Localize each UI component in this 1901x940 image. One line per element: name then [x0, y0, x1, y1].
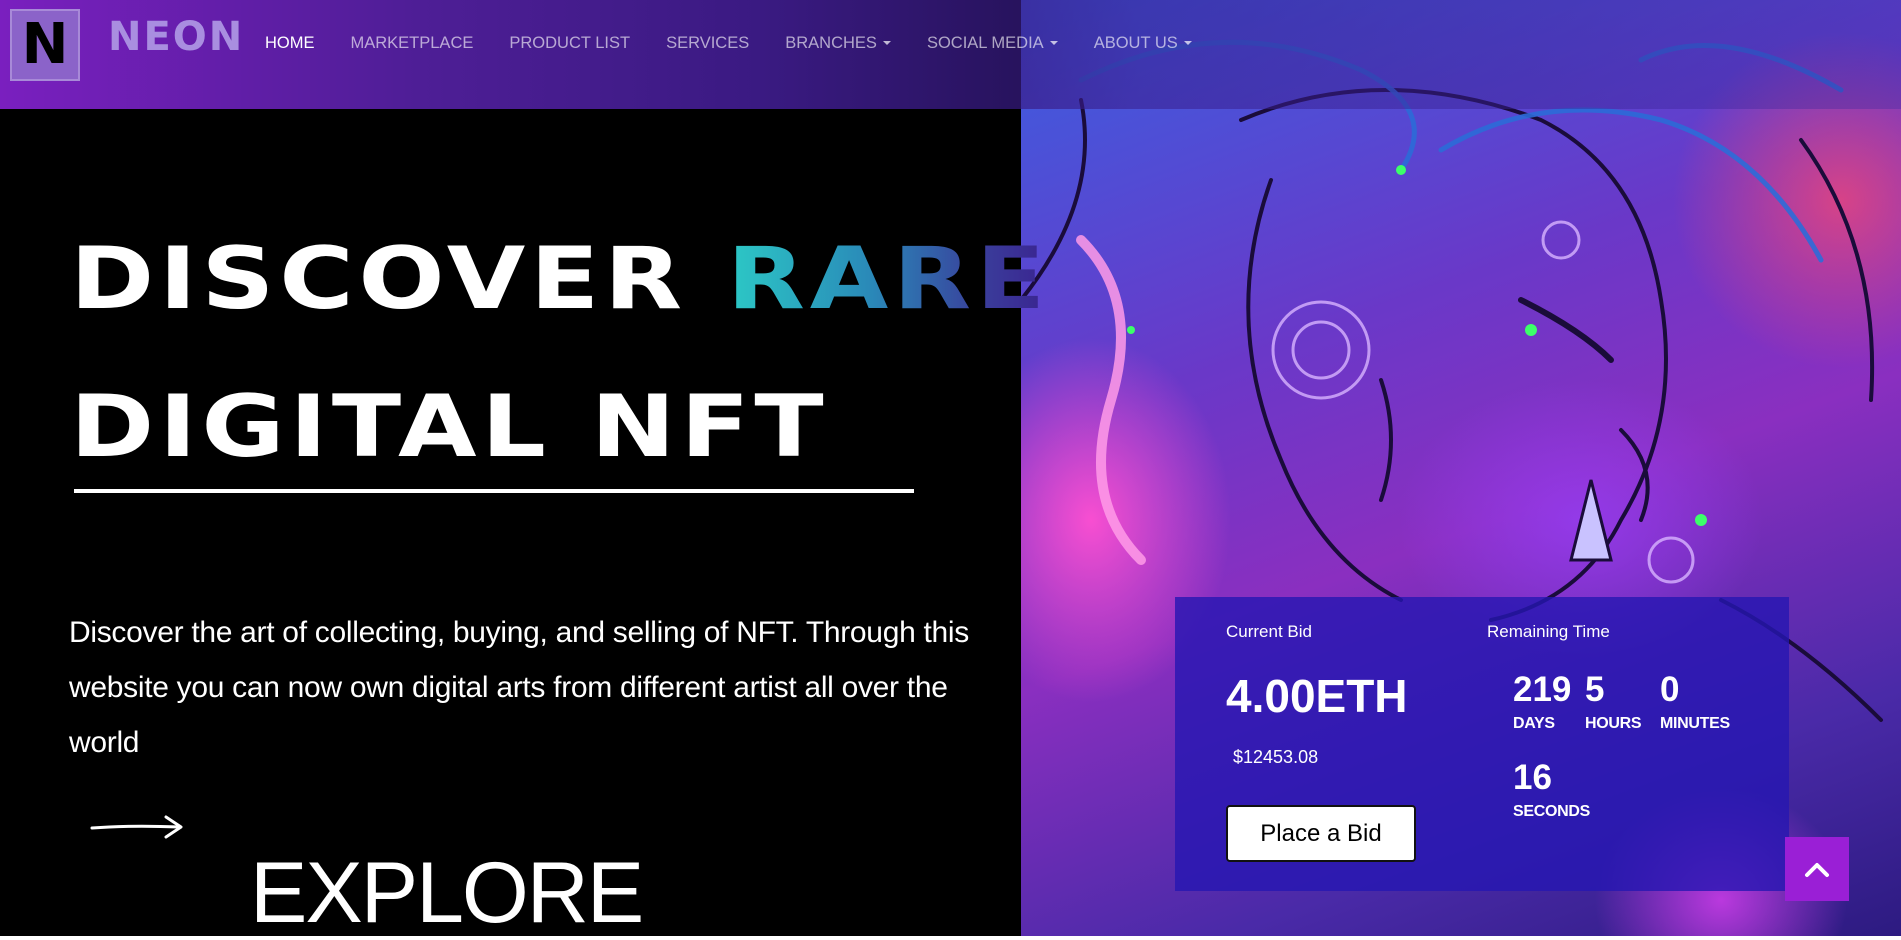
hero-description: Discover the art of collecting, buying, … [69, 616, 969, 759]
countdown-minutes-label: MINUTES [1660, 715, 1730, 732]
bid-card: Current Bid 4.00ETH $12453.08 Place a Bi… [1175, 597, 1789, 891]
nav-item-label: SOCIAL MEDIA [926, 34, 1044, 52]
nav-item-social-media-dropdown[interactable]: SOCIAL MEDIA [927, 34, 1058, 53]
bid-amount: 4.00ETH [1226, 670, 1408, 722]
countdown-minutes-value: 0 [1660, 670, 1680, 709]
caret-down-icon [882, 41, 891, 45]
headline-discover: DISCOVER [70, 229, 687, 329]
explore-link[interactable]: EXPLORE [250, 850, 644, 936]
countdown-hours-value: 5 [1585, 670, 1605, 709]
nav-item-services[interactable]: SERVICES [666, 34, 749, 53]
hero-headline-line2: DIGITAL NFT [70, 377, 829, 477]
brand-name[interactable]: NEON [108, 14, 244, 60]
countdown-days: 219 DAYS [1513, 672, 1571, 733]
countdown-hours-label: HOURS [1585, 715, 1642, 732]
countdown-seconds: 16 SECONDS [1513, 760, 1590, 821]
countdown-days-value: 219 [1513, 670, 1572, 709]
bid-usd-value: $12453.08 [1233, 747, 1319, 767]
nav-item-branches-dropdown[interactable]: BRANCHES [785, 34, 891, 53]
page-bottom-edge [0, 936, 1901, 940]
logo-letter: N [21, 12, 69, 77]
remaining-time-label: Remaining Time [1487, 622, 1610, 641]
nav-item-label: BRANCHES [785, 34, 877, 52]
nav-item-product-list[interactable]: PRODUCT LIST [509, 34, 630, 53]
nav-item-label: MARKETPLACE [350, 34, 474, 52]
scroll-to-top-button[interactable] [1785, 837, 1849, 901]
nav-item-home[interactable]: HOME [265, 34, 315, 53]
headline-highlight-rare: RARE [726, 229, 1050, 329]
nav-item-about-us-dropdown[interactable]: ABOUT US [1094, 34, 1192, 53]
countdown-hours: 5 HOURS [1585, 670, 1642, 733]
countdown-days-label: DAYS [1513, 715, 1555, 732]
nav-item-label: HOME [265, 34, 315, 52]
nav-item-label: PRODUCT LIST [509, 34, 631, 52]
caret-down-icon [1049, 41, 1058, 45]
nav-item-marketplace[interactable]: MARKETPLACE [351, 34, 474, 53]
logo[interactable]: N [10, 9, 80, 81]
top-navbar: N NEON HOME MARKETPLACE PRODUCT LIST SER… [0, 0, 1901, 109]
place-bid-button[interactable]: Place a Bid [1226, 805, 1416, 862]
nav-menu: HOME MARKETPLACE PRODUCT LIST SERVICES B… [265, 34, 1228, 53]
nav-item-label: ABOUT US [1093, 34, 1178, 52]
hero-headline-line1: DISCOVER RARE [70, 236, 1050, 322]
caret-down-icon [1183, 41, 1192, 45]
arrow-right-icon[interactable] [90, 812, 186, 847]
countdown-minutes: 0 MINUTES [1660, 672, 1730, 733]
countdown-seconds-label: SECONDS [1513, 803, 1591, 820]
chevron-up-icon [1805, 863, 1829, 877]
countdown-seconds-value: 16 [1513, 758, 1552, 797]
headline-underline [74, 489, 914, 493]
nav-item-label: SERVICES [666, 34, 750, 52]
current-bid-label: Current Bid [1226, 622, 1312, 641]
